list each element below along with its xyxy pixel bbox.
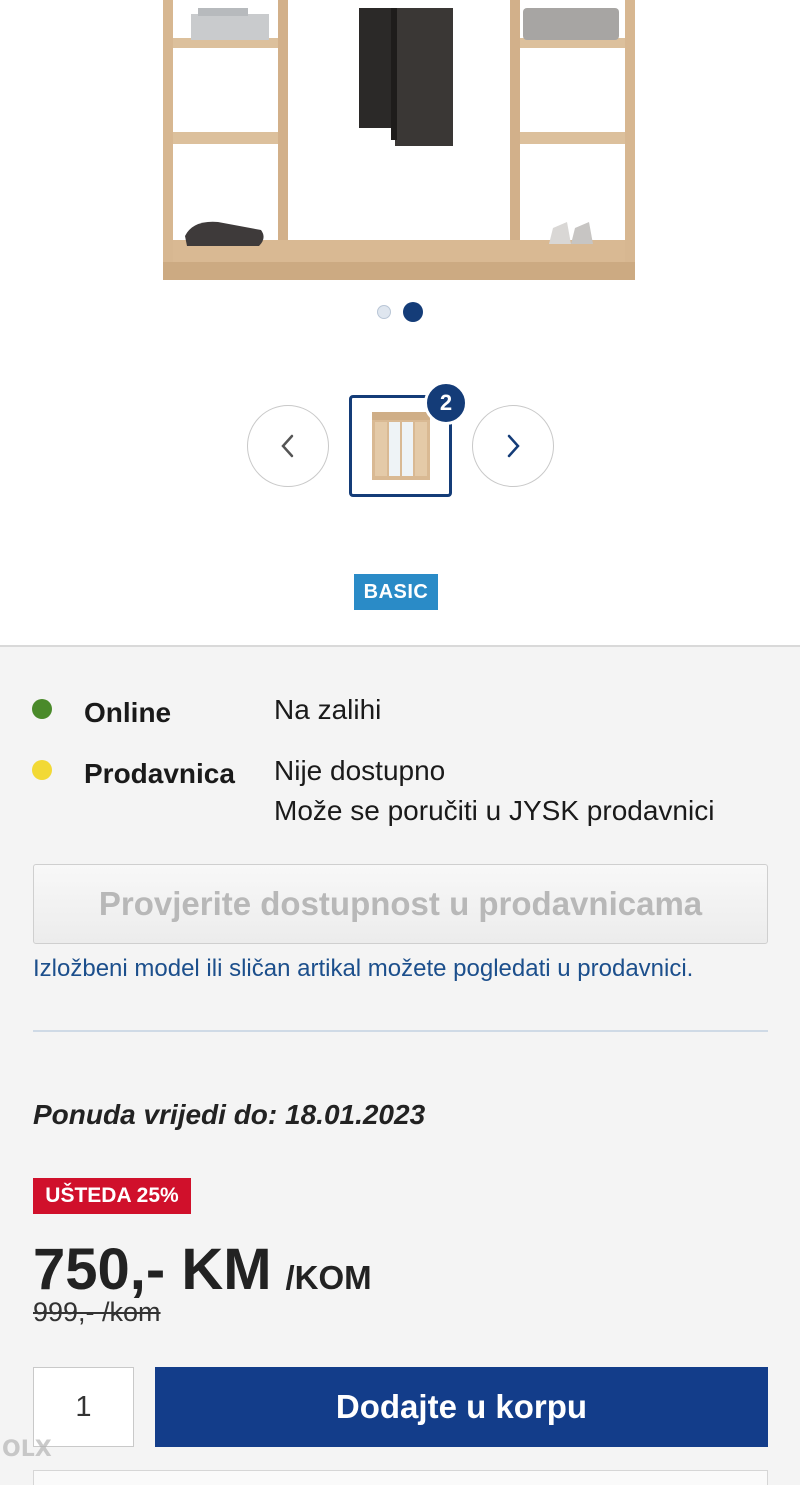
add-to-cart-button[interactable]: Dodajte u korpu [155,1367,768,1447]
showroom-note: Izložbeni model ili sličan artikal možet… [33,955,694,982]
store-status-sub: Može se poručiti u JYSK prodavnici [274,795,715,826]
availability-store: Prodavnica Nije dostupno Može se poručiti… [32,755,714,826]
chevron-left-icon [281,434,294,458]
previous-thumbnail-button[interactable] [247,405,329,487]
store-status: Nije dostupno Može se poručiti u JYSK pro… [274,751,714,831]
availability-online: Online Na zalihi [32,694,381,728]
old-price: 999,- /kom [33,1297,161,1327]
quantity-input[interactable] [33,1367,134,1447]
brand-badge: BASIC [354,574,438,610]
divider [33,1030,768,1032]
carousel-dot-2-active[interactable] [403,302,423,322]
store-status-main: Nije dostupno [274,755,446,786]
wardrobe-thumbnail-image [371,412,430,480]
store-status-dot [32,760,52,780]
product-gallery: 2 BASIC [0,0,800,645]
current-price: 750,- KM [33,1237,272,1302]
next-button-partial[interactable] [33,1470,768,1485]
price-unit: /KOM [285,1259,372,1296]
discount-badge: UŠTEDA 25% [33,1178,191,1214]
product-image[interactable] [163,0,635,280]
next-thumbnail-button[interactable] [472,405,554,487]
check-store-availability-button[interactable]: Provjerite dostupnost u prodavnicama [33,864,768,944]
chevron-right-icon [507,434,520,458]
online-status: Na zalihi [274,694,382,725]
section-divider [0,645,800,647]
store-label: Prodavnica [84,758,235,789]
olx-watermark: OLX [2,1437,52,1462]
price-block: 750,- KM/KOM [33,1236,372,1303]
online-label: Online [84,697,172,728]
offer-valid-until: Ponuda vrijedi do: 18.01.2023 [33,1099,426,1130]
carousel-dots [0,302,800,322]
thumbnail-count-badge: 2 [424,381,468,425]
carousel-dot-1[interactable] [377,305,391,319]
online-status-dot [32,699,52,719]
thumbnail-strip: 2 [0,381,800,497]
